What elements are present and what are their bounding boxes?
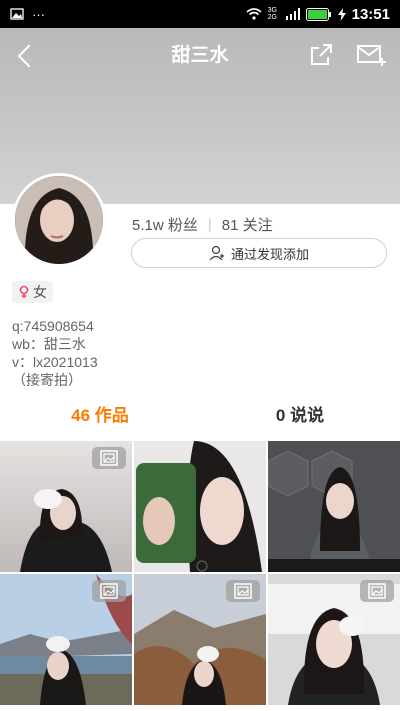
work-photo [134, 441, 266, 572]
clock: 13:51 [351, 5, 390, 23]
bio-line: v：lx2021013 [12, 354, 98, 370]
gallery-icon [234, 583, 252, 599]
work-thumbnail[interactable] [268, 441, 400, 572]
female-icon [19, 285, 29, 298]
network-type: 3G 2G [267, 7, 277, 21]
tab-posts[interactable]: 0 说说 [200, 400, 400, 432]
followers-count[interactable]: 5.1w 粉丝 [132, 214, 198, 235]
bio-line: （接寄拍） [12, 372, 82, 388]
avatar[interactable] [12, 173, 106, 267]
message-button[interactable] [356, 42, 388, 70]
gallery-badge [226, 580, 260, 602]
gallery-icon [100, 583, 118, 599]
share-icon [311, 44, 332, 65]
signal-icon [285, 8, 300, 20]
wifi-icon [246, 8, 262, 20]
top-bar: 甜三水 [0, 28, 400, 82]
gallery-badge [360, 580, 394, 602]
gallery-icon [100, 450, 118, 466]
work-thumbnail[interactable] [0, 441, 132, 572]
work-photo [268, 441, 400, 572]
bio-line: wb：甜三水 [12, 336, 86, 352]
gallery-badge [92, 447, 126, 469]
add-via-discover-label: 通过发现添加 [230, 246, 309, 262]
profile-bio: q:745908654 wb：甜三水 v：lx2021013 （接寄拍） [12, 317, 98, 389]
divider: | [207, 216, 212, 233]
add-via-discover-button[interactable]: 通过发现添加 [131, 238, 387, 268]
gallery-icon [368, 583, 386, 599]
share-button[interactable] [308, 42, 336, 70]
user-add-icon [209, 245, 224, 261]
battery-icon [305, 7, 331, 21]
bio-line: q:745908654 [12, 318, 94, 334]
status-bar: ··· 3G 2G 13:51 [0, 0, 400, 28]
work-thumbnail[interactable] [268, 574, 400, 705]
image-notification-icon [10, 8, 24, 20]
work-thumbnail[interactable] [134, 441, 266, 572]
mail-icon [357, 45, 386, 66]
profile-counts: 5.1w 粉丝 | 81 关注 [132, 214, 273, 235]
content-tabs: 46 作品 0 说说 [0, 400, 400, 432]
following-count[interactable]: 81 关注 [222, 214, 273, 235]
page-title: 甜三水 [171, 45, 229, 66]
gallery-badge [92, 580, 126, 602]
work-thumbnail[interactable] [0, 574, 132, 705]
work-thumbnail[interactable] [134, 574, 266, 705]
charging-icon [337, 7, 346, 21]
gender-label: 女 [33, 284, 47, 300]
gender-badge: 女 [12, 281, 53, 303]
works-grid [0, 441, 400, 711]
avatar-photo [15, 176, 103, 264]
tab-works[interactable]: 46 作品 [0, 400, 200, 432]
more-notifications-icon: ··· [32, 6, 45, 22]
